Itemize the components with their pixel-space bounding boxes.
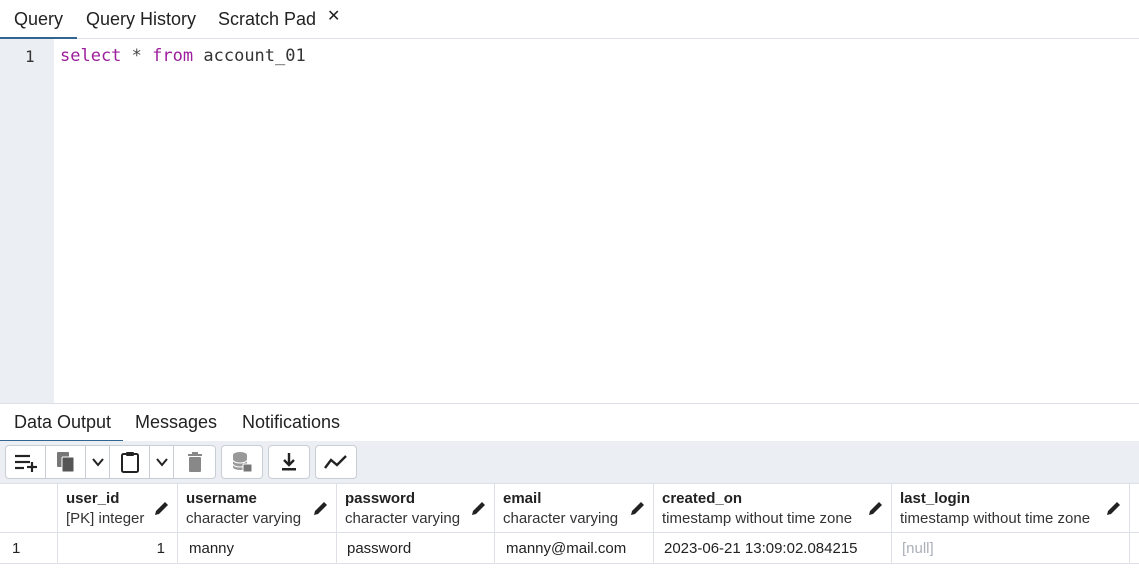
graph-icon <box>324 455 347 469</box>
tab-notifications[interactable]: Notifications <box>242 404 340 442</box>
cell-username[interactable]: manny <box>178 533 337 563</box>
copy-options-dropdown[interactable] <box>86 446 110 478</box>
tab-query[interactable]: Query <box>0 0 78 40</box>
cell-password[interactable]: password <box>337 533 495 563</box>
graph-button-group <box>315 445 357 479</box>
edit-icon[interactable] <box>313 501 328 516</box>
column-name: last_login <box>900 490 971 507</box>
column-type: timestamp without time zone <box>662 510 853 527</box>
download-icon <box>282 453 296 471</box>
keyword-from: from <box>152 46 194 66</box>
line-number: 1 <box>25 47 35 66</box>
save-data-icon <box>232 452 253 473</box>
column-type: [PK] integer <box>66 510 145 527</box>
cell-user-id[interactable]: 1 <box>58 533 178 563</box>
column-header-email[interactable]: email character varying <box>495 484 654 532</box>
row-number-cell[interactable]: 1 <box>0 533 58 563</box>
tab-query-history[interactable]: Query History <box>86 0 196 39</box>
cell-last-login[interactable]: [null] <box>892 533 1130 563</box>
row-number-header <box>0 484 58 532</box>
column-type: character varying <box>503 510 619 527</box>
table-name: account_01 <box>203 46 306 66</box>
column-header-username[interactable]: username character varying <box>178 484 337 532</box>
cell-value: 2023-06-21 13:09:02.084215 <box>664 540 858 557</box>
paste-button[interactable] <box>110 446 150 478</box>
null-value: [null] <box>902 540 934 557</box>
cell-created-on[interactable]: 2023-06-21 13:09:02.084215 <box>654 533 892 563</box>
grid-header-row: user_id [PK] integer username character … <box>0 483 1139 533</box>
column-header-created-on[interactable]: created_on timestamp without time zone <box>654 484 892 532</box>
column-header-last-login[interactable]: last_login timestamp without time zone <box>892 484 1130 532</box>
column-name: email <box>503 490 542 507</box>
column-type: character varying <box>345 510 461 527</box>
column-name: user_id <box>66 490 120 507</box>
cell-value: 1 <box>156 540 165 557</box>
row-number: 1 <box>12 540 21 557</box>
tab-scratch-pad[interactable]: Scratch Pad <box>218 0 316 39</box>
column-header-password[interactable]: password character varying <box>337 484 495 532</box>
paste-options-dropdown[interactable] <box>150 446 174 478</box>
output-tab-bar: Data Output Messages Notifications <box>0 403 1139 443</box>
table-row[interactable]: 1 1 manny password manny@mail.com 2023-0… <box>0 533 1139 564</box>
sql-editor[interactable]: 1 select * from account_01 <box>0 39 1139 403</box>
cell-value: manny <box>189 540 235 557</box>
column-name: username <box>186 490 257 507</box>
column-type: timestamp without time zone <box>900 510 1091 527</box>
query-tab-bar: Query Query History Scratch Pad ✕ <box>0 0 1139 40</box>
keyword-select: select <box>60 46 122 66</box>
paste-icon <box>120 452 139 473</box>
tab-messages[interactable]: Messages <box>135 404 217 442</box>
cell-email[interactable]: manny@mail.com <box>495 533 654 563</box>
edit-icon[interactable] <box>630 501 645 516</box>
column-name: password <box>345 490 416 507</box>
column-header-user-id[interactable]: user_id [PK] integer <box>58 484 178 532</box>
cell-value: password <box>347 540 412 557</box>
add-row-icon <box>14 454 37 472</box>
edit-button-group <box>5 445 216 479</box>
delete-icon <box>187 452 202 472</box>
save-button-group <box>221 445 263 479</box>
edit-icon[interactable] <box>1106 501 1121 516</box>
line-gutter: 1 <box>0 39 54 403</box>
tab-data-output[interactable]: Data Output <box>0 404 124 443</box>
chevron-down-icon <box>91 458 104 467</box>
code-line[interactable]: select * from account_01 <box>60 46 306 66</box>
delete-button[interactable] <box>174 446 215 478</box>
column-name: created_on <box>662 490 743 507</box>
cell-value: manny@mail.com <box>506 540 627 557</box>
close-icon[interactable]: ✕ <box>327 6 340 25</box>
download-button[interactable] <box>269 446 309 478</box>
data-toolbar <box>0 441 1139 483</box>
download-button-group <box>268 445 310 479</box>
star-operator: * <box>131 46 142 66</box>
save-data-button[interactable] <box>222 446 262 478</box>
edit-icon[interactable] <box>868 501 883 516</box>
edit-icon[interactable] <box>154 501 169 516</box>
copy-button[interactable] <box>46 446 86 478</box>
data-grid: user_id [PK] integer username character … <box>0 483 1139 568</box>
graph-visualiser-button[interactable] <box>316 446 356 478</box>
chevron-down-icon <box>155 458 168 467</box>
column-type: character varying <box>186 510 302 527</box>
edit-icon[interactable] <box>471 501 486 516</box>
add-row-button[interactable] <box>6 446 46 478</box>
copy-icon <box>56 452 74 473</box>
